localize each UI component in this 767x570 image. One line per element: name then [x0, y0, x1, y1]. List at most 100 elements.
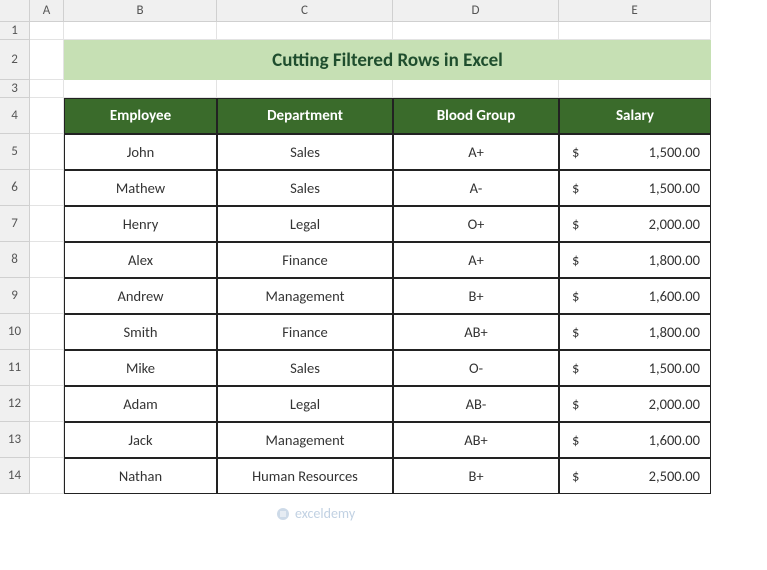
cell-department[interactable]: Legal: [217, 386, 393, 422]
cell-A2[interactable]: [30, 40, 64, 80]
col-header-D[interactable]: D: [393, 0, 559, 22]
salary-value: 1,600.00: [649, 431, 700, 449]
cell-salary[interactable]: $1,600.00: [559, 278, 711, 314]
currency-symbol: $: [570, 251, 579, 269]
cell-blood-group[interactable]: A+: [393, 134, 559, 170]
col-header-E[interactable]: E: [559, 0, 711, 22]
cell-A11[interactable]: [30, 350, 64, 386]
cell-r1c3[interactable]: [393, 22, 559, 40]
salary-value: 1,500.00: [649, 143, 700, 161]
currency-symbol: $: [570, 395, 579, 413]
cell-A9[interactable]: [30, 278, 64, 314]
cell-blood-group[interactable]: AB+: [393, 314, 559, 350]
cell-department[interactable]: Management: [217, 278, 393, 314]
cell-department[interactable]: Management: [217, 422, 393, 458]
currency-symbol: $: [570, 467, 579, 485]
cell-employee[interactable]: Henry: [64, 206, 217, 242]
cell-A5[interactable]: [30, 134, 64, 170]
row-header-4[interactable]: 4: [0, 98, 30, 134]
cell-A4[interactable]: [30, 98, 64, 134]
cell-employee[interactable]: Alex: [64, 242, 217, 278]
cell-A6[interactable]: [30, 170, 64, 206]
row-header-6[interactable]: 6: [0, 170, 30, 206]
spreadsheet: ABCDE 12 Cutting Filtered Rows in Excel 34E…: [0, 0, 711, 494]
cell-employee[interactable]: Mathew: [64, 170, 217, 206]
cell-A8[interactable]: [30, 242, 64, 278]
row-header-2[interactable]: 2: [0, 40, 30, 80]
cell-department[interactable]: Sales: [217, 350, 393, 386]
cell-employee[interactable]: Smith: [64, 314, 217, 350]
currency-symbol: $: [570, 323, 579, 341]
salary-value: 2,000.00: [649, 395, 700, 413]
cell-department[interactable]: Finance: [217, 314, 393, 350]
cell-A12[interactable]: [30, 386, 64, 422]
cell-blood-group[interactable]: O-: [393, 350, 559, 386]
cell-salary[interactable]: $1,600.00: [559, 422, 711, 458]
cell-employee[interactable]: Mike: [64, 350, 217, 386]
col-header-C[interactable]: C: [217, 0, 393, 22]
th-salary[interactable]: Salary: [559, 98, 711, 134]
cell-employee[interactable]: Andrew: [64, 278, 217, 314]
row-header-12[interactable]: 12: [0, 386, 30, 422]
currency-symbol: $: [570, 359, 579, 377]
cell-salary[interactable]: $1,800.00: [559, 314, 711, 350]
cell-A13[interactable]: [30, 422, 64, 458]
cell-employee[interactable]: Nathan: [64, 458, 217, 494]
watermark: exceldemy: [275, 505, 355, 522]
row-header-11[interactable]: 11: [0, 350, 30, 386]
cell-employee[interactable]: Jack: [64, 422, 217, 458]
cell-employee[interactable]: John: [64, 134, 217, 170]
cell-salary[interactable]: $2,000.00: [559, 386, 711, 422]
cell-salary[interactable]: $1,500.00: [559, 134, 711, 170]
salary-value: 1,800.00: [649, 251, 700, 269]
cell-blood-group[interactable]: A+: [393, 242, 559, 278]
cell-employee[interactable]: Adam: [64, 386, 217, 422]
row-header-9[interactable]: 9: [0, 278, 30, 314]
cell-r3c3[interactable]: [393, 80, 559, 98]
cell-A14[interactable]: [30, 458, 64, 494]
cell-r3c2[interactable]: [217, 80, 393, 98]
cell-salary[interactable]: $2,000.00: [559, 206, 711, 242]
row-header-7[interactable]: 7: [0, 206, 30, 242]
th-blood-group[interactable]: Blood Group: [393, 98, 559, 134]
cell-r3c1[interactable]: [64, 80, 217, 98]
cell-department[interactable]: Finance: [217, 242, 393, 278]
cell-r1c4[interactable]: [559, 22, 711, 40]
cell-department[interactable]: Legal: [217, 206, 393, 242]
th-department[interactable]: Department: [217, 98, 393, 134]
cell-salary[interactable]: $1,800.00: [559, 242, 711, 278]
cell-r3c0[interactable]: [30, 80, 64, 98]
cell-salary[interactable]: $1,500.00: [559, 350, 711, 386]
cell-r3c4[interactable]: [559, 80, 711, 98]
cell-salary[interactable]: $2,500.00: [559, 458, 711, 494]
row-header-5[interactable]: 5: [0, 134, 30, 170]
row-header-3[interactable]: 3: [0, 80, 30, 98]
cell-department[interactable]: Sales: [217, 170, 393, 206]
col-header-A[interactable]: A: [30, 0, 64, 22]
page-title[interactable]: Cutting Filtered Rows in Excel: [64, 40, 711, 80]
cell-department[interactable]: Human Resources: [217, 458, 393, 494]
cell-blood-group[interactable]: B+: [393, 458, 559, 494]
cell-r1c2[interactable]: [217, 22, 393, 40]
cell-r1c1[interactable]: [64, 22, 217, 40]
row-header-13[interactable]: 13: [0, 422, 30, 458]
cell-blood-group[interactable]: AB-: [393, 386, 559, 422]
cell-department[interactable]: Sales: [217, 134, 393, 170]
cell-blood-group[interactable]: O+: [393, 206, 559, 242]
cell-blood-group[interactable]: AB+: [393, 422, 559, 458]
cell-A10[interactable]: [30, 314, 64, 350]
row-header-14[interactable]: 14: [0, 458, 30, 494]
row-header-1[interactable]: 1: [0, 22, 30, 40]
cell-A7[interactable]: [30, 206, 64, 242]
cell-r1c0[interactable]: [30, 22, 64, 40]
cell-salary[interactable]: $1,500.00: [559, 170, 711, 206]
currency-symbol: $: [570, 143, 579, 161]
row-header-8[interactable]: 8: [0, 242, 30, 278]
col-header-B[interactable]: B: [64, 0, 217, 22]
th-employee[interactable]: Employee: [64, 98, 217, 134]
select-all-corner[interactable]: [0, 0, 30, 22]
cell-blood-group[interactable]: A-: [393, 170, 559, 206]
cell-blood-group[interactable]: B+: [393, 278, 559, 314]
row-header-10[interactable]: 10: [0, 314, 30, 350]
salary-value: 1,500.00: [649, 359, 700, 377]
